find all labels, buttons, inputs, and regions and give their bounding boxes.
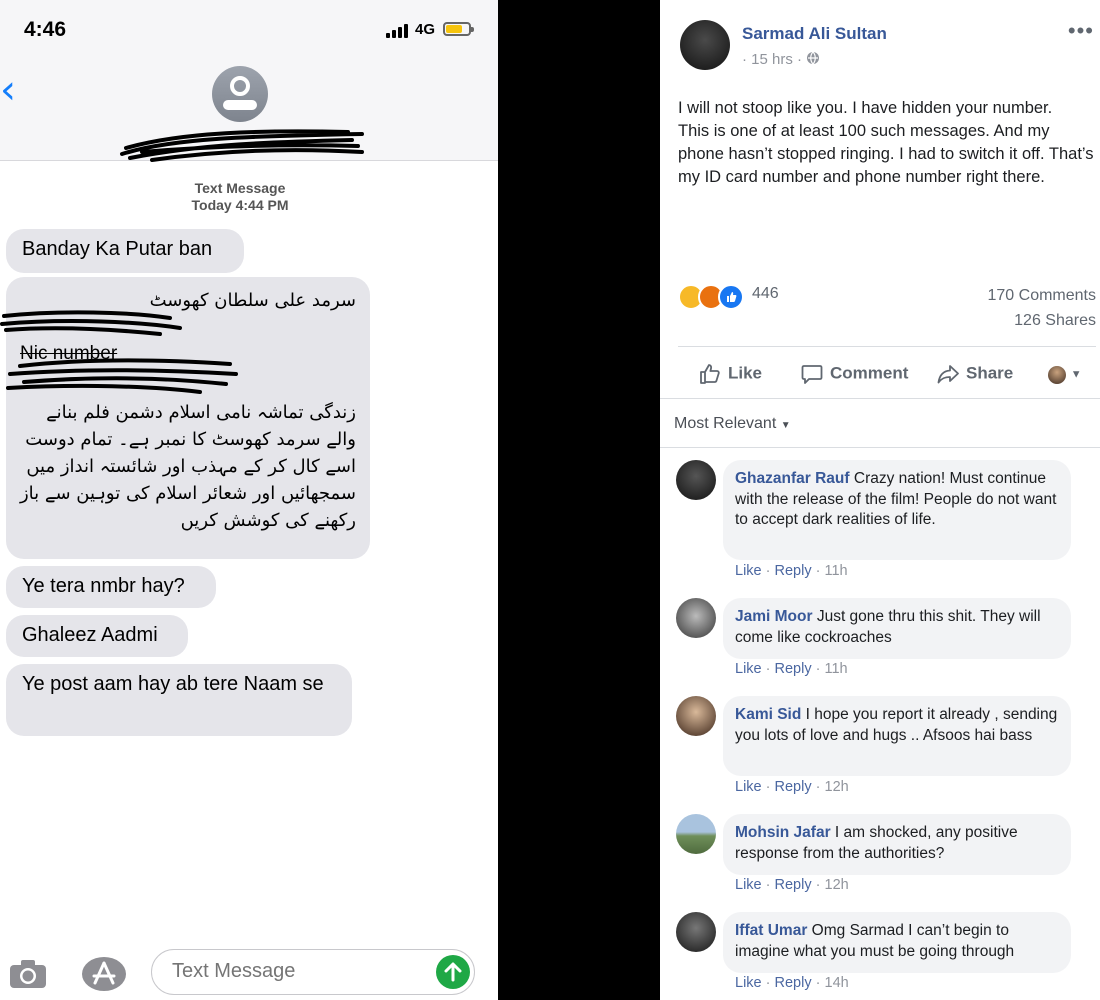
network-label: 4G — [415, 21, 436, 38]
comment-bubble: Iffat Umar Omg Sarmad I can’t begin to i… — [723, 912, 1071, 973]
share-label: Share — [966, 363, 1014, 383]
comment-actions: Like · Reply · 12h — [735, 779, 849, 795]
comment-reply-link[interactable]: Reply — [775, 975, 812, 991]
comment-like-link[interactable]: Like — [735, 661, 762, 677]
facebook-post: Sarmad Ali Sultan · 15 hrs · ••• I will … — [660, 0, 1100, 1000]
sort-label: Most Relevant — [674, 415, 777, 432]
battery-icon — [443, 22, 474, 36]
post-text: I will not stoop like you. I have hidden… — [678, 97, 1098, 189]
comment-actions: Like · Reply · 11h — [735, 563, 848, 579]
thumbs-up-icon — [700, 364, 720, 384]
urdu-body-text: زندگی تماشہ نامی اسلام دشمن فلم بنانے وا… — [19, 402, 356, 531]
commenter-name[interactable]: Iffat Umar — [735, 922, 807, 939]
message-meta-label: Text Message — [194, 180, 286, 196]
commenter-avatar[interactable] — [676, 598, 716, 638]
comment-time[interactable]: 11h — [825, 563, 848, 579]
back-chevron-icon[interactable]: ‹ — [0, 70, 16, 110]
redaction-scribble — [0, 310, 238, 394]
camera-icon[interactable] — [8, 958, 48, 990]
comment-bubble: Jami Moor Just gone thru this shit. They… — [723, 598, 1071, 659]
signal-icon — [386, 22, 412, 38]
comment-bubble: Kami Sid I hope you report it already , … — [723, 696, 1071, 776]
audience-selector[interactable]: ▼ — [1048, 364, 1082, 384]
comment-reply-link[interactable]: Reply — [775, 563, 812, 579]
commenter-name[interactable]: Kami Sid — [735, 706, 801, 723]
comment-sort-dropdown[interactable]: Most Relevant ▼ — [674, 415, 791, 433]
comment-bubble: Ghazanfar Rauf Crazy nation! Must contin… — [723, 460, 1071, 560]
commenter-avatar[interactable] — [676, 814, 716, 854]
like-button[interactable]: Like — [698, 362, 762, 386]
app-store-icon[interactable] — [80, 955, 128, 993]
divider — [678, 346, 1096, 347]
author-avatar[interactable] — [680, 20, 730, 70]
message-bubble[interactable]: Ye post aam hay ab tere Naam se — [6, 664, 352, 736]
share-button[interactable]: Share — [936, 362, 1013, 386]
divider — [660, 398, 1100, 399]
divider — [660, 447, 1100, 448]
post-meta: · 15 hrs · — [742, 51, 820, 68]
comments-count[interactable]: 170 Comments — [988, 287, 1097, 305]
comment-icon — [801, 365, 823, 384]
reaction-count[interactable]: 446 — [752, 285, 779, 303]
shares-count[interactable]: 126 Shares — [1014, 312, 1096, 330]
message-bubble[interactable]: Banday Ka Putar ban — [6, 229, 244, 273]
comment-bubble: Mohsin Jafar I am shocked, any positive … — [723, 814, 1071, 875]
comment-time[interactable]: 12h — [825, 877, 849, 893]
comment-time[interactable]: 14h — [825, 975, 849, 991]
message-bubble[interactable]: Ye tera nmbr hay? — [6, 566, 216, 608]
arrow-up-icon — [444, 962, 462, 982]
user-avatar-mini — [1048, 365, 1066, 384]
more-options-icon[interactable]: ••• — [1068, 18, 1094, 44]
message-input[interactable] — [170, 959, 414, 984]
conversation-header: 4:46 4G ‹ — [0, 0, 498, 162]
commenter-avatar[interactable] — [676, 912, 716, 952]
comment-like-link[interactable]: Like — [735, 877, 762, 893]
comment-actions: Like · Reply · 12h — [735, 877, 849, 893]
comment-button[interactable]: Comment — [800, 362, 908, 386]
caret-down-icon: ▼ — [1070, 368, 1082, 381]
comment-time[interactable]: 12h — [825, 779, 849, 795]
commenter-avatar[interactable] — [676, 460, 716, 500]
comment-like-link[interactable]: Like — [735, 779, 762, 795]
post-time[interactable]: 15 hrs — [751, 51, 793, 68]
comment-reply-link[interactable]: Reply — [775, 661, 812, 677]
comment-actions: Like · Reply · 11h — [735, 661, 848, 677]
message-compose-field[interactable] — [151, 949, 475, 995]
send-button[interactable] — [436, 955, 470, 989]
author-name[interactable]: Sarmad Ali Sultan — [742, 24, 887, 44]
commenter-name[interactable]: Ghazanfar Rauf — [735, 470, 850, 487]
commenter-avatar[interactable] — [676, 696, 716, 736]
commenter-name[interactable]: Mohsin Jafar — [735, 824, 831, 841]
comment-reply-link[interactable]: Reply — [775, 877, 812, 893]
message-meta-time: Today 4:44 PM — [191, 197, 289, 213]
comment-label: Comment — [830, 363, 909, 383]
contact-avatar[interactable] — [212, 66, 268, 122]
comment-like-link[interactable]: Like — [735, 563, 762, 579]
comment-like-link[interactable]: Like — [735, 975, 762, 991]
like-reaction-icon — [718, 284, 744, 310]
comment-actions: Like · Reply · 14h — [735, 975, 849, 991]
share-icon — [937, 365, 959, 384]
comment-time[interactable]: 11h — [825, 661, 848, 677]
post-line: I will not stoop like you. I have hidden… — [678, 99, 1053, 117]
status-time: 4:46 — [24, 18, 67, 41]
commenter-name[interactable]: Jami Moor — [735, 608, 813, 625]
like-label: Like — [728, 363, 763, 383]
caret-down-icon: ▼ — [780, 420, 791, 431]
globe-icon — [807, 51, 820, 65]
post-line: This is one of at least 100 such message… — [678, 122, 1094, 186]
imessage-screen: 4:46 4G ‹ Text Message Today 4:44 PM Ban… — [0, 0, 498, 1000]
comment-reply-link[interactable]: Reply — [775, 779, 812, 795]
redaction-scribble — [120, 129, 364, 162]
message-bubble[interactable]: Ghaleez Aadmi — [6, 615, 188, 657]
